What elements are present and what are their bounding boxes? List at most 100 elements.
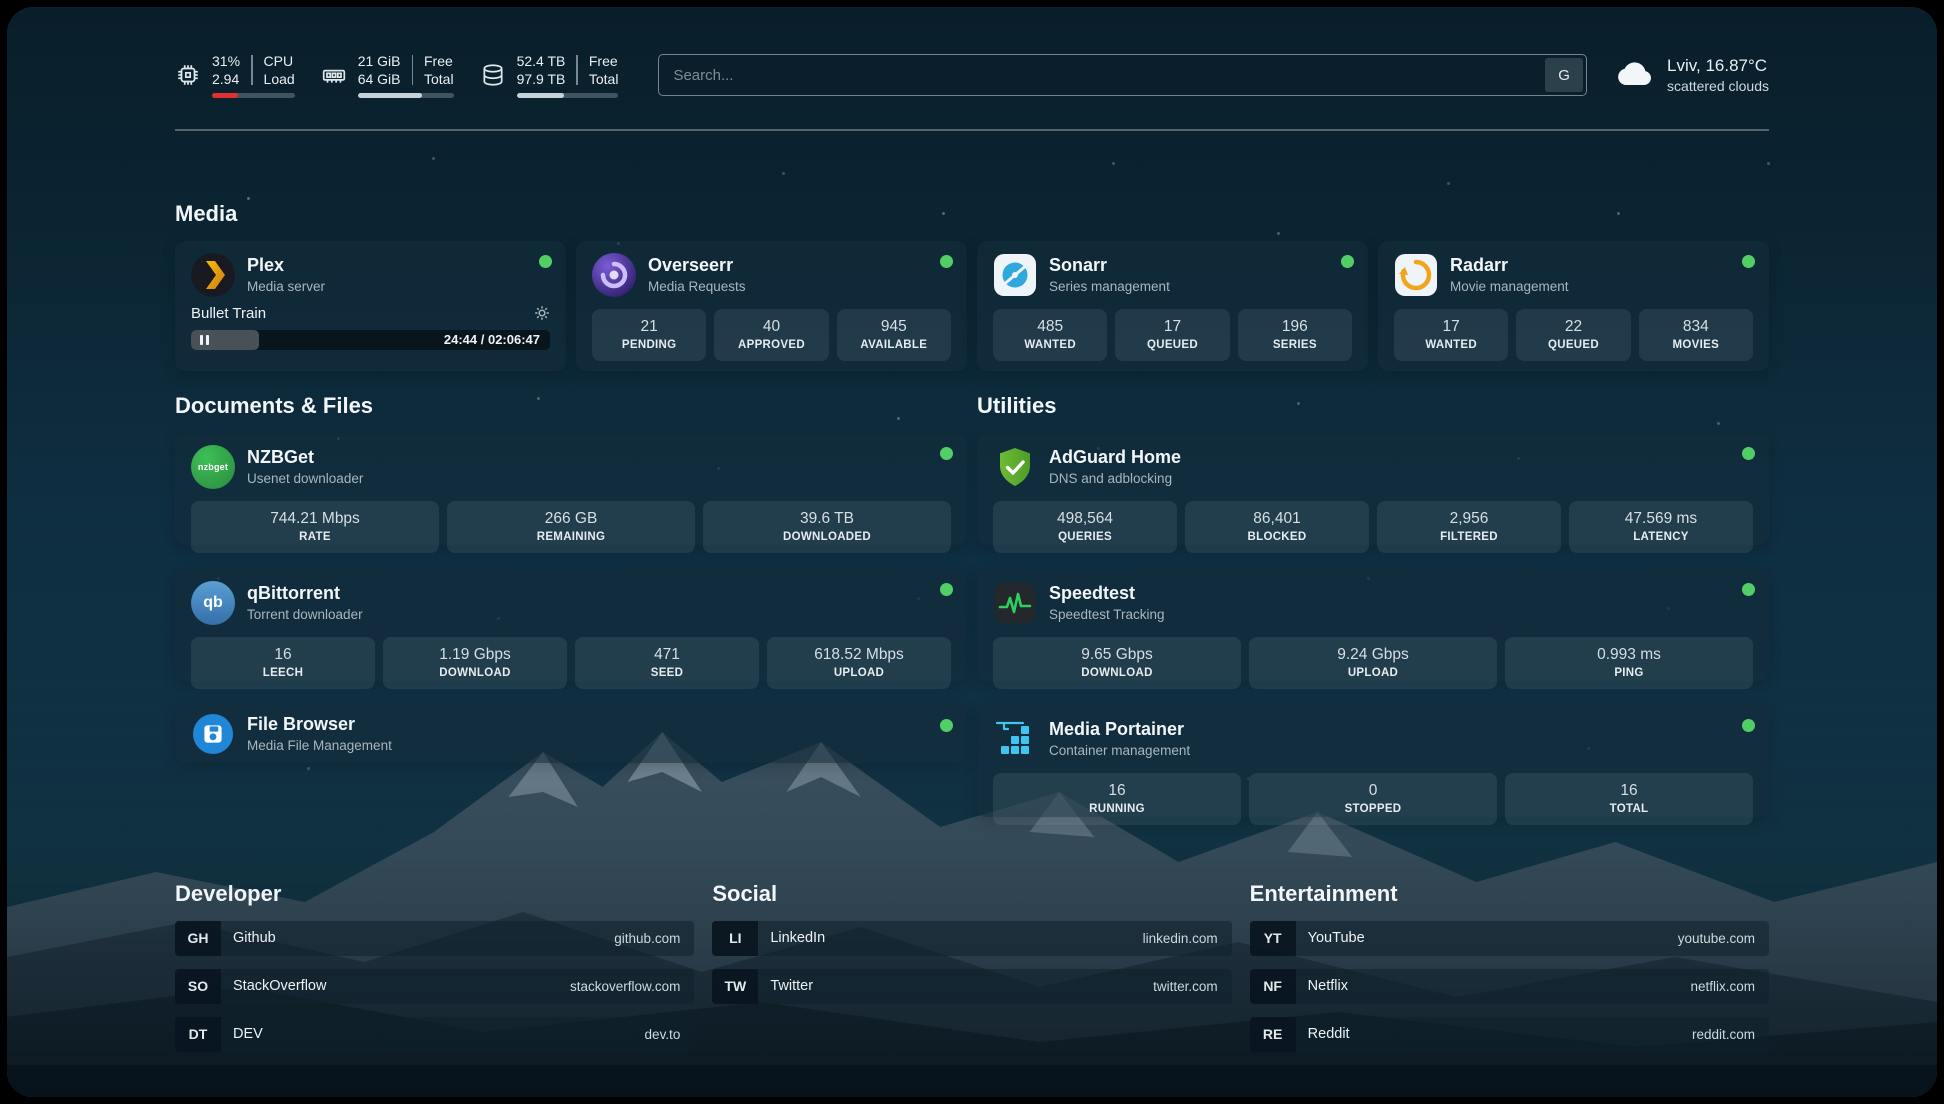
bookmark-netflix[interactable]: NF Netflix netflix.com: [1250, 969, 1769, 1004]
memory-total-value: 64 GiB: [358, 70, 401, 88]
overseerr-icon: [592, 253, 636, 297]
stat-movies: 834 MOVIES: [1639, 309, 1753, 361]
app-subtitle: Torrent downloader: [247, 607, 363, 622]
cpu-load-label: Load: [264, 70, 295, 88]
app-name: Sonarr: [1049, 255, 1170, 277]
app-name: File Browser: [247, 714, 392, 736]
app-subtitle: Series management: [1049, 279, 1170, 294]
disk-usage-bar: [517, 93, 619, 98]
pause-icon[interactable]: [200, 335, 209, 345]
nzbget-titles: NZBGet Usenet downloader: [247, 447, 363, 486]
stat-queries: 498,564 QUERIES: [993, 501, 1177, 553]
cpu-usage-bar: [212, 93, 295, 98]
search-input[interactable]: [659, 55, 1542, 95]
linkedin-icon: LI: [712, 921, 758, 956]
filebrowser-card[interactable]: File Browser Media File Management: [175, 705, 967, 763]
stat-queued: 17 QUEUED: [1115, 309, 1229, 361]
playback-time: 24:44 / 02:06:47: [444, 332, 540, 347]
stat-leech: 16 LEECH: [191, 637, 375, 689]
bookmark-dev[interactable]: DT DEV dev.to: [175, 1017, 694, 1052]
stat-series: 196 SERIES: [1238, 309, 1352, 361]
bookmark-twitter[interactable]: TW Twitter twitter.com: [712, 969, 1231, 1004]
status-indicator: [940, 447, 953, 460]
dashboard-content: 31% 2.94 CPU Load: [7, 7, 1937, 1097]
plex-titles: Plex Media server: [247, 255, 325, 294]
ram-icon: [321, 62, 347, 88]
qbittorrent-card[interactable]: qb qBittorrent Torrent downloader 16 LEE…: [175, 569, 967, 681]
search-bar: G: [658, 54, 1587, 96]
disk-widget: 52.4 TB 97.9 TB Free Total: [480, 52, 619, 98]
cpu-load-value: 2.94: [212, 70, 240, 88]
sonarr-card[interactable]: Sonarr Series management 485 WANTED 17 Q…: [977, 241, 1368, 371]
now-playing-title: Bullet Train: [191, 305, 266, 322]
memory-usage-bar: [358, 93, 454, 98]
memory-readout: 21 GiB 64 GiB Free Total: [358, 52, 454, 98]
disk-free-label: Free: [589, 52, 619, 70]
bookmark-youtube[interactable]: YT YouTube youtube.com: [1250, 921, 1769, 956]
qbittorrent-titles: qBittorrent Torrent downloader: [247, 583, 363, 622]
app-name: AdGuard Home: [1049, 447, 1181, 469]
adguard-icon: [993, 445, 1037, 489]
speedtest-titles: Speedtest Speedtest Tracking: [1049, 583, 1165, 622]
weather-widget[interactable]: Lviv, 16.87°C scattered clouds: [1615, 56, 1769, 94]
stat-latency: 47.569 ms LATENCY: [1569, 501, 1753, 553]
app-name: Plex: [247, 255, 325, 277]
sonarr-icon: [993, 253, 1037, 297]
divider-vertical: [251, 55, 253, 85]
bookmark-github[interactable]: GH Github github.com: [175, 921, 694, 956]
stat-total: 16 TOTAL: [1505, 773, 1753, 825]
stat-wanted: 17 WANTED: [1394, 309, 1508, 361]
section-title-utilities: Utilities: [977, 393, 1769, 419]
memory-free-value: 21 GiB: [358, 52, 401, 70]
bookmark-reddit[interactable]: RE Reddit reddit.com: [1250, 1017, 1769, 1052]
stat-wanted: 485 WANTED: [993, 309, 1107, 361]
adguard-card[interactable]: AdGuard Home DNS and adblocking 498,564 …: [977, 433, 1769, 545]
section-social: Social LI LinkedIn linkedin.com TW Twitt…: [712, 881, 1231, 1065]
overseerr-titles: Overseerr Media Requests: [648, 255, 746, 294]
stackoverflow-icon: SO: [175, 969, 221, 1004]
section-title-documents: Documents & Files: [175, 393, 967, 419]
app-name: Speedtest: [1049, 583, 1165, 605]
plex-card[interactable]: Plex Media server Bullet Train: [175, 241, 566, 371]
radarr-card[interactable]: Radarr Movie management 17 WANTED 22 QUE…: [1378, 241, 1769, 371]
app-name: Radarr: [1450, 255, 1569, 277]
stat-approved: 40 APPROVED: [714, 309, 828, 361]
section-title-media: Media: [175, 201, 1769, 227]
weather-text: Lviv, 16.87°C scattered clouds: [1667, 56, 1769, 94]
stat-blocked: 86,401 BLOCKED: [1185, 501, 1369, 553]
stat-available: 945 AVAILABLE: [837, 309, 951, 361]
playback-progress-bar[interactable]: 24:44 / 02:06:47: [191, 330, 550, 350]
nzbget-card[interactable]: nzbget NZBGet Usenet downloader 744.21 M…: [175, 433, 967, 545]
bookmark-stackoverflow[interactable]: SO StackOverflow stackoverflow.com: [175, 969, 694, 1004]
adguard-titles: AdGuard Home DNS and adblocking: [1049, 447, 1181, 486]
status-indicator: [1341, 255, 1354, 268]
dashboard-screen: 31% 2.94 CPU Load: [7, 7, 1937, 1097]
section-media: Media: [175, 201, 1769, 371]
app-subtitle: Movie management: [1450, 279, 1569, 294]
cpu-label: CPU: [264, 52, 295, 70]
bookmark-linkedin[interactable]: LI LinkedIn linkedin.com: [712, 921, 1231, 956]
stat-stopped: 0 STOPPED: [1249, 773, 1497, 825]
stat-upload: 618.52 Mbps UPLOAD: [767, 637, 951, 689]
cpu-widget: 31% 2.94 CPU Load: [175, 52, 295, 98]
cpu-percent: 31%: [212, 52, 240, 70]
overseerr-card[interactable]: Overseerr Media Requests 21 PENDING 40 A…: [576, 241, 967, 371]
stat-filtered: 2,956 FILTERED: [1377, 501, 1561, 553]
app-name: NZBGet: [247, 447, 363, 469]
stat-queued: 22 QUEUED: [1516, 309, 1630, 361]
search-engine-button[interactable]: G: [1545, 58, 1583, 92]
cloud-icon: [1615, 59, 1655, 92]
status-indicator: [1742, 255, 1755, 268]
sonarr-titles: Sonarr Series management: [1049, 255, 1170, 294]
status-indicator: [1742, 583, 1755, 596]
disk-total-value: 97.9 TB: [517, 70, 566, 88]
top-bar: 31% 2.94 CPU Load: [175, 51, 1769, 99]
stat-ping: 0.993 ms PING: [1505, 637, 1753, 689]
cpu-chip-icon: [175, 62, 201, 88]
portainer-card[interactable]: Media Portainer Container management 16 …: [977, 705, 1769, 817]
github-icon: GH: [175, 921, 221, 956]
app-name: Media Portainer: [1049, 719, 1190, 741]
speedtest-card[interactable]: Speedtest Speedtest Tracking 9.65 Gbps D…: [977, 569, 1769, 681]
stat-downloaded: 39.6 TB DOWNLOADED: [703, 501, 951, 553]
gear-icon[interactable]: [534, 305, 550, 321]
